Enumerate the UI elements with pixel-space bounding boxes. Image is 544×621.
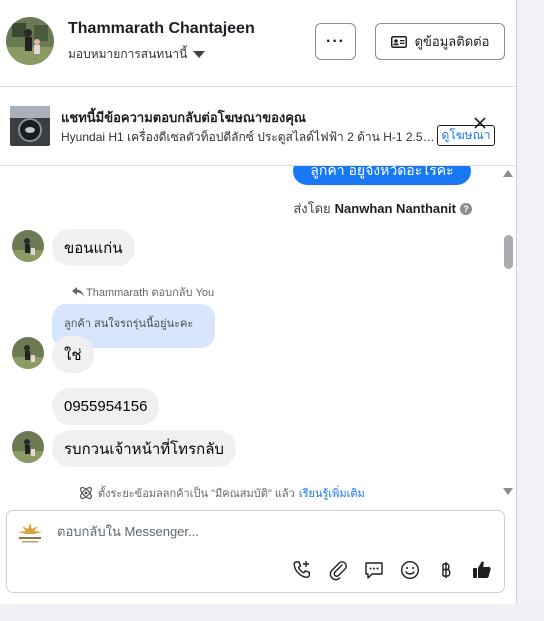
incoming-message-bubble: ขอนแก่น: [52, 229, 135, 266]
view-contact-info-button[interactable]: ดูข้อมูลติดต่อ: [375, 23, 505, 60]
paperclip-icon[interactable]: [326, 558, 350, 582]
reply-note: Thammarath ตอบกลับ You: [72, 283, 214, 301]
close-icon[interactable]: [472, 115, 488, 131]
phone-plus-icon[interactable]: [290, 558, 314, 582]
incoming-message-bubble: รบกวนเจ้าหน้าที่โทรกลับ: [52, 430, 236, 467]
reply-note-text: Thammarath ตอบกลับ You: [86, 287, 215, 299]
bottom-gutter: [0, 604, 544, 621]
atom-icon: [80, 487, 92, 499]
assign-label: มอบหมายการสนทนานี้: [68, 47, 188, 61]
ad-thumbnail: [10, 106, 50, 146]
contact-name: Thammarath Chantajeen: [68, 20, 255, 37]
contact-avatar-small: [12, 230, 44, 262]
incoming-message-bubble: 0955954156: [52, 388, 160, 425]
sent-by-prefix: ส่งโดย: [293, 201, 331, 216]
contact-card-icon: [390, 35, 407, 48]
page-logo: [16, 520, 44, 546]
smiley-icon[interactable]: [398, 558, 422, 582]
contact-avatar[interactable]: [6, 17, 54, 65]
info-icon[interactable]: ?: [460, 202, 472, 215]
lead-status-notice: ตั้งระยะข้อมลลกค้าเป็น "มีคณสมบัติ" แล้ว…: [78, 484, 365, 502]
contact-avatar-small: [12, 431, 44, 463]
contact-avatar-small: [12, 337, 44, 369]
ad-description: Hyundai H1 เครื่องดีเซลตัวท็อปดีลักซ์ ปร…: [61, 130, 435, 144]
composer-toolbar: [290, 558, 494, 582]
baht-icon[interactable]: [434, 558, 458, 582]
message-thread[interactable]: ลูกค้า อยู่จังหวัดอะไรคะ ส่งโดย Nanwhan …: [0, 166, 516, 508]
caret-down-icon: [193, 51, 206, 58]
sent-by-label: ส่งโดย Nanwhan Nanthanit ?: [293, 198, 472, 219]
contact-info-label: ดูข้อมูลติดต่อ: [414, 34, 490, 49]
ad-reply-banner: แชทนี้มีข้อความตอบกลับต่อโฆษณาของคุณ Hyu…: [0, 87, 516, 166]
thumbs-up-icon[interactable]: [470, 558, 494, 582]
message-composer: [6, 510, 505, 593]
learn-more-link[interactable]: เรียนรู้เพิ่มเติม: [299, 484, 365, 502]
reply-arrow-icon: [72, 287, 84, 297]
conversation-panel: Thammarath Chantajeen มอบหมายการสนทนานี้…: [0, 0, 517, 604]
scroll-up-arrow-icon[interactable]: [503, 170, 513, 177]
speech-bubble-icon[interactable]: [362, 558, 386, 582]
incoming-message-bubble: ใช่: [52, 336, 94, 373]
side-gutter: [517, 0, 544, 621]
sender-name: Nanwhan Nanthanit: [334, 201, 456, 216]
reply-input[interactable]: [55, 523, 479, 540]
outgoing-message-bubble: ลูกค้า อยู่จังหวัดอะไรคะ: [293, 166, 471, 185]
scrollbar-thumb[interactable]: [504, 235, 513, 269]
notice-text: ตั้งระยะข้อมลลกค้าเป็น "มีคณสมบัติ" แล้ว: [98, 488, 295, 500]
scroll-down-arrow-icon[interactable]: [503, 488, 513, 495]
more-options-button[interactable]: ···: [315, 23, 356, 60]
ad-banner-title: แชทนี้มีข้อความตอบกลับต่อโฆษณาของคุณ: [61, 110, 306, 125]
assign-conversation-dropdown[interactable]: มอบหมายการสนทนานี้: [68, 45, 206, 64]
conversation-header: Thammarath Chantajeen มอบหมายการสนทนานี้…: [0, 0, 516, 87]
